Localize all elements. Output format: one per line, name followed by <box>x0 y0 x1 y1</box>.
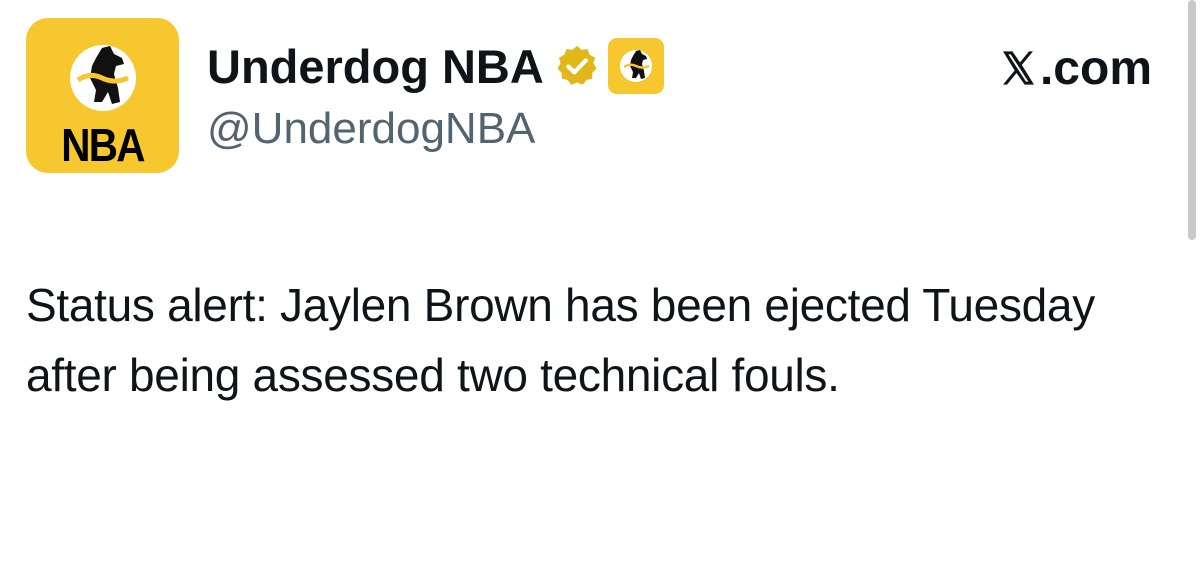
profile-avatar[interactable]: NBA <box>26 18 179 173</box>
brand-label: .com <box>1039 41 1152 95</box>
x-logo-icon <box>1002 51 1034 85</box>
affiliate-badge[interactable] <box>607 38 664 94</box>
tweet-text: Status alert: Jaylen Brown has been ejec… <box>26 279 1095 401</box>
scrollbar[interactable] <box>1188 0 1196 240</box>
account-name-row: Underdog NBA <box>207 36 664 96</box>
verified-badge-gold-icon[interactable] <box>554 43 600 89</box>
avatar-label: NBA <box>61 119 145 171</box>
x-com-brand: .com <box>998 38 1152 98</box>
account-handle[interactable]: @UnderdogNBA <box>207 104 535 154</box>
underdog-dog-logo-icon <box>619 50 652 82</box>
display-name[interactable]: Underdog NBA <box>207 39 544 94</box>
